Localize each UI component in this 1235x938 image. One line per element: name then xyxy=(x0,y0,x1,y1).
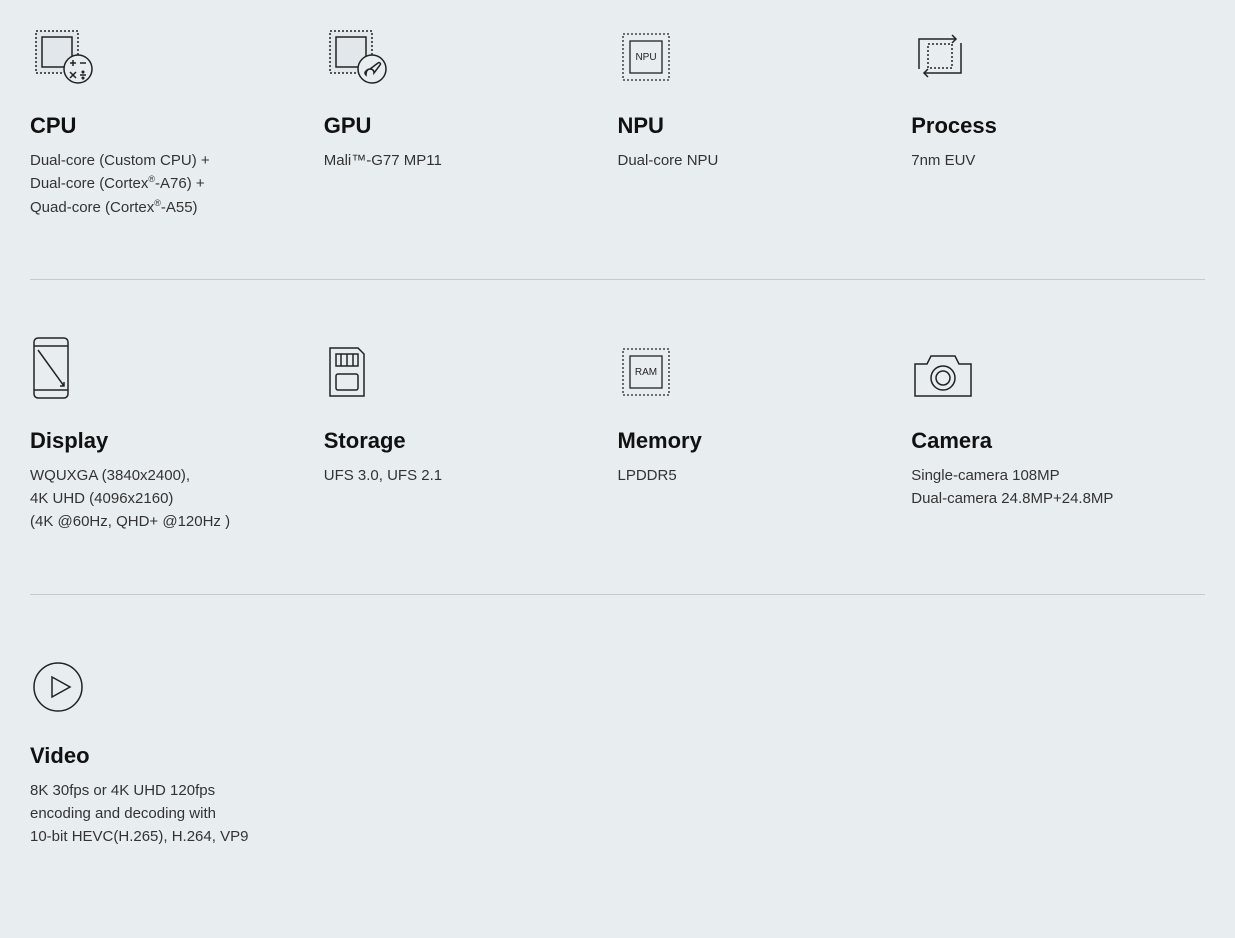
gpu-icon xyxy=(324,20,598,85)
cpu-icon xyxy=(30,20,304,85)
spec-title: Video xyxy=(30,743,304,769)
spec-row-2: Display WQUXGA (3840x2400),4K UHD (4096x… xyxy=(30,279,1205,594)
process-icon xyxy=(911,20,1185,85)
spec-desc: Mali™-G77 MP11 xyxy=(324,149,598,172)
spec-desc: WQUXGA (3840x2400),4K UHD (4096x2160)(4K… xyxy=(30,464,304,534)
spec-gpu: GPU Mali™-G77 MP11 xyxy=(324,20,618,219)
spec-desc: UFS 3.0, UFS 2.1 xyxy=(324,464,598,487)
spec-desc: 7nm EUV xyxy=(911,149,1185,172)
npu-icon: NPU xyxy=(618,20,892,85)
spec-grid: CPU Dual-core (Custom CPU) +Dual-core (C… xyxy=(0,0,1235,938)
spec-title: Memory xyxy=(618,428,892,454)
spec-desc: Dual-core NPU xyxy=(618,149,892,172)
spec-process: Process 7nm EUV xyxy=(911,20,1205,219)
spec-title: GPU xyxy=(324,113,598,139)
spec-camera: Camera Single-camera 108MPDual-camera 24… xyxy=(911,335,1205,534)
spec-title: Process xyxy=(911,113,1185,139)
spec-desc: 8K 30fps or 4K UHD 120fpsencoding and de… xyxy=(30,779,304,849)
spec-title: Camera xyxy=(911,428,1185,454)
ram-chip-label: RAM xyxy=(634,367,656,378)
spec-row-1: CPU Dual-core (Custom CPU) +Dual-core (C… xyxy=(30,20,1205,279)
storage-icon xyxy=(324,335,598,400)
display-icon xyxy=(30,335,304,400)
spec-desc: Dual-core (Custom CPU) +Dual-core (Corte… xyxy=(30,149,304,219)
video-icon xyxy=(30,650,304,715)
memory-icon: RAM xyxy=(618,335,892,400)
spec-memory: RAM Memory LPDDR5 xyxy=(618,335,912,534)
spec-title: Display xyxy=(30,428,304,454)
spec-display: Display WQUXGA (3840x2400),4K UHD (4096x… xyxy=(30,335,324,534)
spec-cpu: CPU Dual-core (Custom CPU) +Dual-core (C… xyxy=(30,20,324,219)
spec-desc: Single-camera 108MPDual-camera 24.8MP+24… xyxy=(911,464,1185,511)
spec-title: Storage xyxy=(324,428,598,454)
camera-icon xyxy=(911,335,1185,400)
spec-row-3: Video 8K 30fps or 4K UHD 120fpsencoding … xyxy=(30,594,1205,909)
spec-desc: LPDDR5 xyxy=(618,464,892,487)
spec-title: CPU xyxy=(30,113,304,139)
spec-video: Video 8K 30fps or 4K UHD 120fpsencoding … xyxy=(30,650,324,849)
spec-storage: Storage UFS 3.0, UFS 2.1 xyxy=(324,335,618,534)
npu-chip-label: NPU xyxy=(635,52,656,63)
spec-npu: NPU NPU Dual-core NPU xyxy=(618,20,912,219)
spec-title: NPU xyxy=(618,113,892,139)
